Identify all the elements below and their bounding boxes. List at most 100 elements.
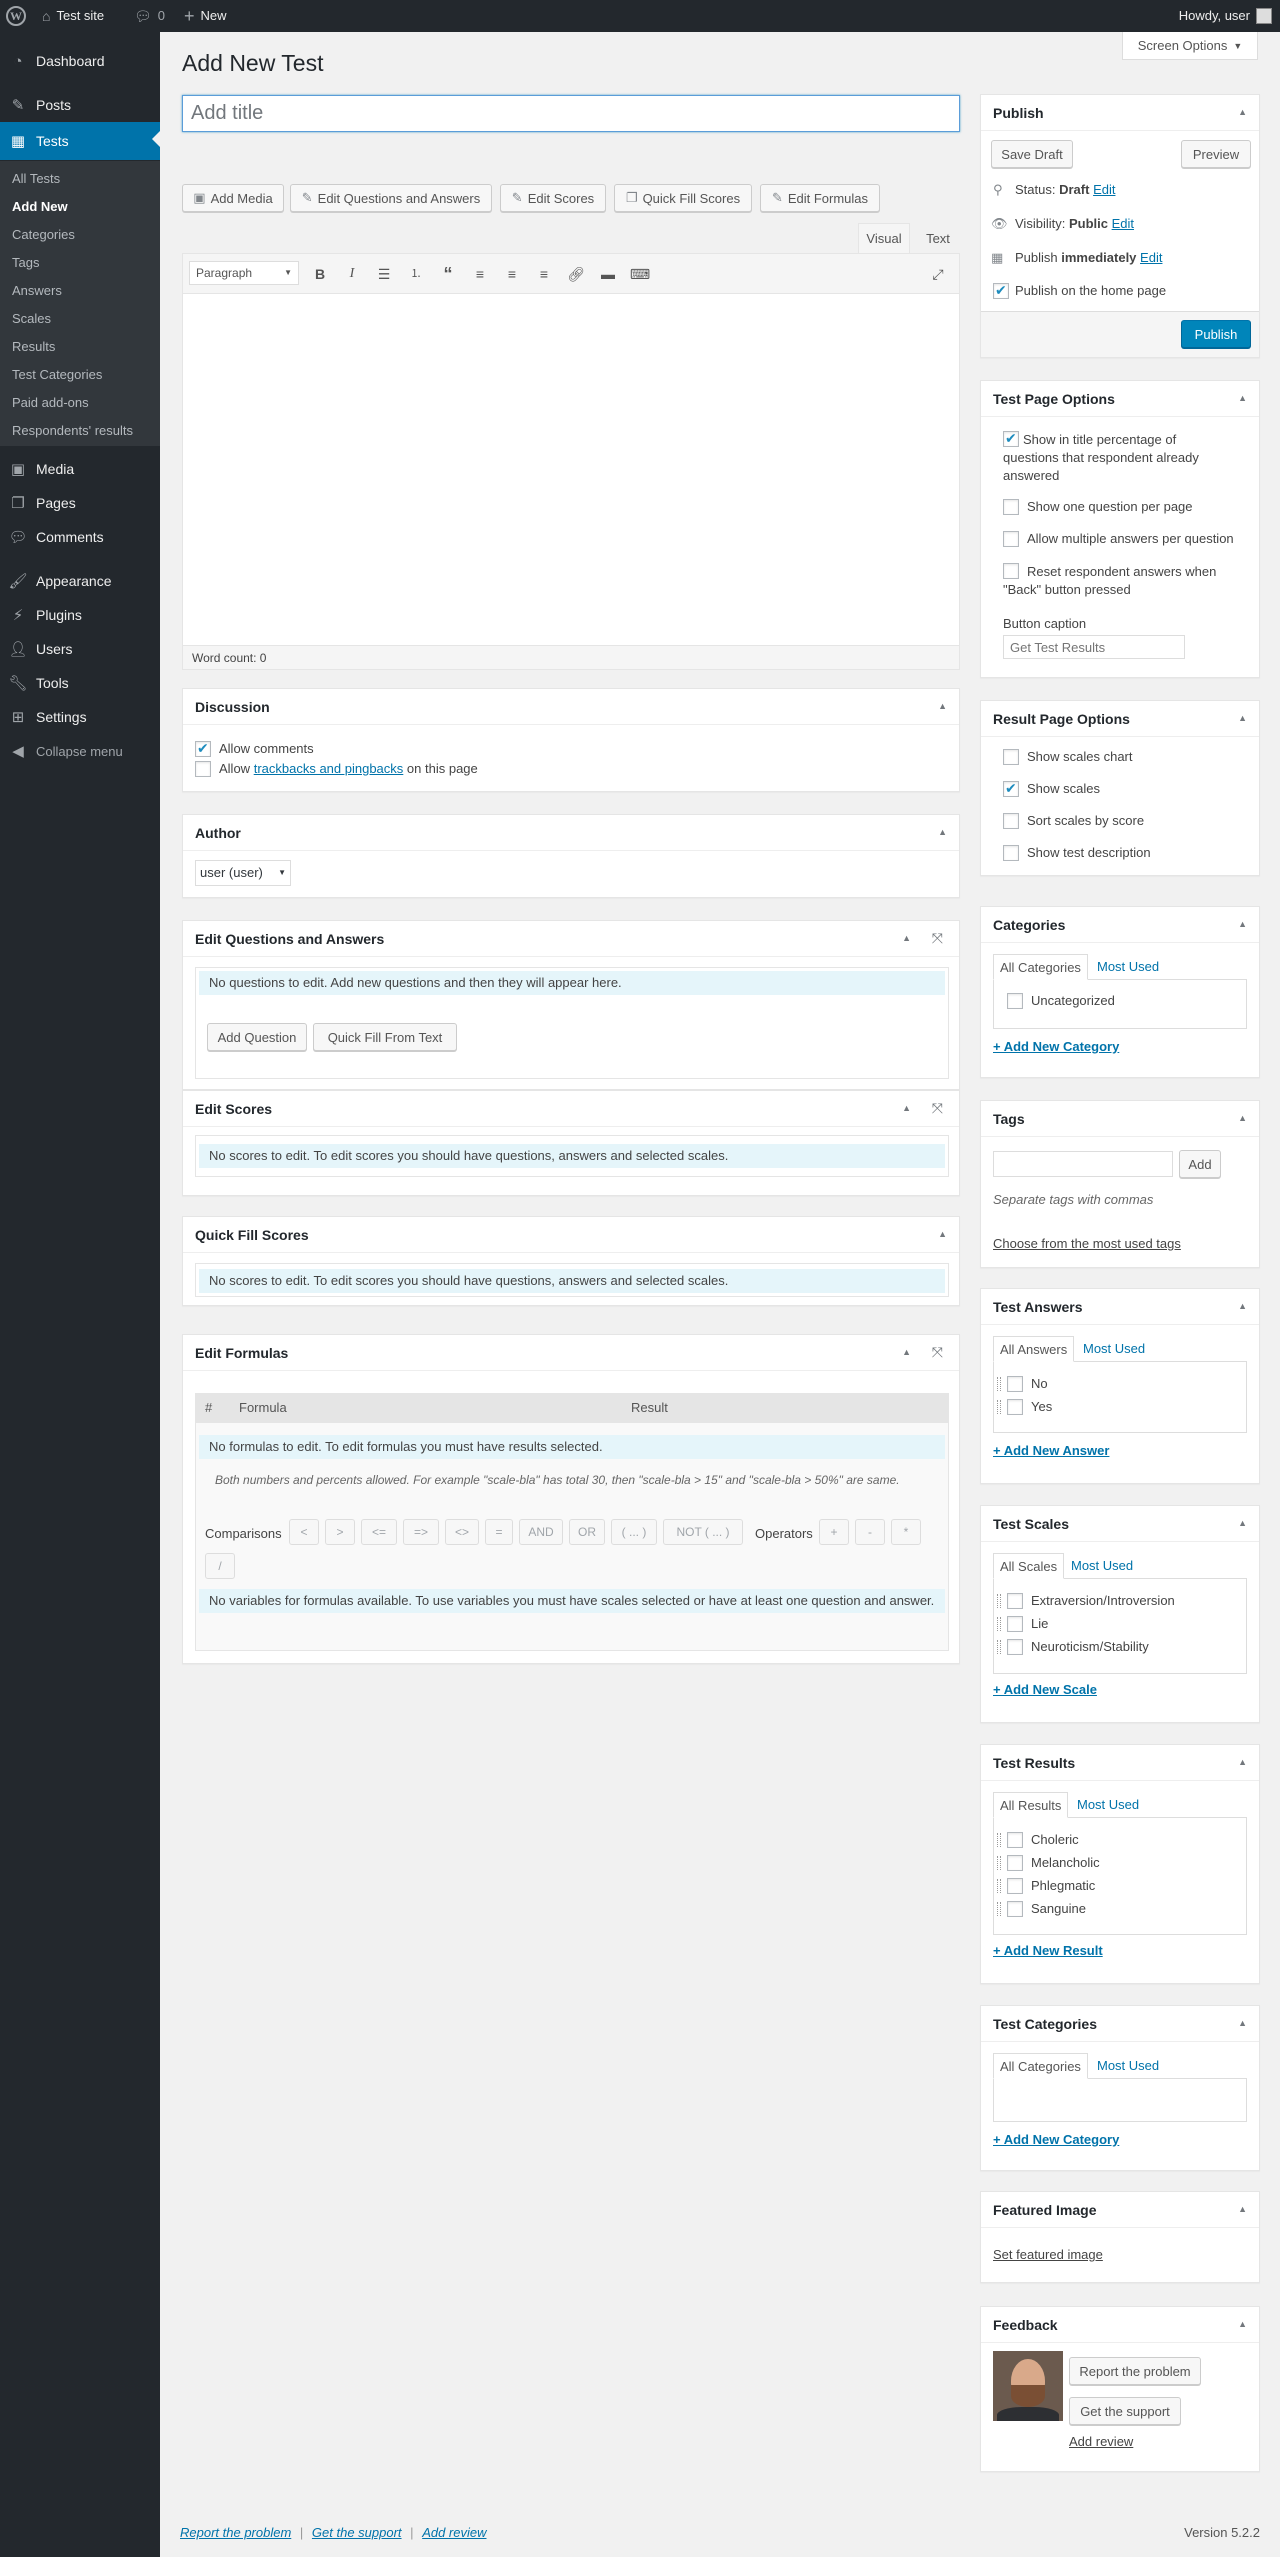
screen-options-button[interactable]: Screen Options ▼	[1122, 32, 1258, 60]
drag-handle-icon[interactable]	[997, 1400, 1001, 1414]
publish-button[interactable]: Publish	[1181, 320, 1251, 348]
wp-logo-menu[interactable]: W	[6, 0, 26, 32]
edit-status-link[interactable]: Edit	[1093, 182, 1115, 197]
operator-multiply-button[interactable]: *	[891, 1519, 921, 1545]
submenu-categories[interactable]: Categories	[12, 227, 75, 242]
comparison-ne-button[interactable]: <>	[445, 1519, 479, 1545]
sidebar-item-dashboard[interactable]: ◔ Dashboard	[0, 44, 160, 78]
submenu-all-tests[interactable]: All Tests	[12, 171, 60, 186]
comparison-and-button[interactable]: AND	[519, 1519, 563, 1545]
sidebar-item-comments[interactable]: 💬︎ Comments	[0, 520, 160, 554]
result-checkbox[interactable]	[1007, 1901, 1023, 1917]
submenu-scales[interactable]: Scales	[12, 311, 51, 326]
comparison-eq-button[interactable]: =	[485, 1519, 513, 1545]
answer-checkbox[interactable]	[1007, 1376, 1023, 1392]
toolbar-toggle-icon[interactable]: ⌨︎	[629, 263, 651, 285]
sort-scales-checkbox[interactable]	[1003, 813, 1019, 829]
toggle-arrow-icon[interactable]: ▲	[1238, 1113, 1247, 1123]
tab-most-used[interactable]: Most Used	[1071, 1792, 1145, 1818]
save-draft-button[interactable]: Save Draft	[991, 140, 1073, 168]
tab-all-scales[interactable]: All Scales	[993, 1553, 1065, 1579]
toggle-arrow-icon[interactable]: ▲	[1238, 2018, 1247, 2028]
preview-button[interactable]: Preview	[1181, 140, 1251, 168]
drag-handle-icon[interactable]	[997, 1617, 1001, 1631]
sidebar-item-posts[interactable]: ✎ Posts	[0, 88, 160, 122]
test-page-options-title[interactable]: Test Page Options	[981, 381, 1259, 417]
add-new-category-link[interactable]: + Add New Category	[993, 1039, 1119, 1054]
expand-icon[interactable]: ⤧	[932, 1344, 943, 1361]
align-right-icon[interactable]: ≡	[533, 263, 555, 285]
tab-visual[interactable]: Visual	[858, 223, 910, 253]
my-account-menu[interactable]: Howdy, user	[1179, 0, 1272, 32]
italic-icon[interactable]: I	[341, 263, 363, 285]
uncategorized-checkbox[interactable]	[1007, 993, 1023, 1009]
add-tag-button[interactable]: Add	[1179, 1150, 1221, 1178]
scale-checkbox[interactable]	[1007, 1616, 1023, 1632]
expand-icon[interactable]: ⤧	[932, 1100, 943, 1117]
drag-handle-icon[interactable]	[997, 1594, 1001, 1608]
drag-handle-icon[interactable]	[997, 1879, 1001, 1893]
add-new-test-category-link[interactable]: + Add New Category	[993, 2132, 1119, 2147]
submenu-respondents-results[interactable]: Respondents' results	[12, 423, 133, 438]
toggle-arrow-icon[interactable]: ▲	[1238, 2319, 1247, 2329]
numbered-list-icon[interactable]: ⒈	[405, 263, 427, 285]
publish-home-checkbox[interactable]	[993, 282, 1009, 299]
author-select[interactable]: user (user) ▼	[195, 860, 291, 886]
trackbacks-link[interactable]: trackbacks and pingbacks	[254, 761, 404, 776]
edit-scores-button[interactable]: ✎ Edit Scores	[500, 184, 606, 212]
edit-visibility-link[interactable]: Edit	[1112, 216, 1134, 231]
get-support-button[interactable]: Get the support	[1069, 2397, 1181, 2425]
result-checkbox[interactable]	[1007, 1832, 1023, 1848]
publish-title[interactable]: Publish	[981, 95, 1259, 131]
show-scales-chart-checkbox[interactable]	[1003, 749, 1019, 765]
tags-input[interactable]	[993, 1151, 1173, 1177]
toggle-arrow-icon[interactable]: ▲	[902, 933, 911, 943]
footer-review-link[interactable]: Add review	[422, 2525, 486, 2540]
new-content-link[interactable]: + New	[184, 0, 227, 32]
test-categories-title[interactable]: Test Categories	[981, 2006, 1259, 2042]
tab-most-used[interactable]: Most Used	[1091, 954, 1165, 980]
submenu-answers[interactable]: Answers	[12, 283, 62, 298]
tab-all-answers[interactable]: All Answers	[993, 1336, 1075, 1362]
sidebar-item-tools[interactable]: 🔧︎ Tools	[0, 666, 160, 700]
choose-tags-link[interactable]: Choose from the most used tags	[993, 1235, 1181, 1253]
editor-body[interactable]	[183, 294, 959, 645]
edit-formulas-title[interactable]: Edit Formulas	[183, 1335, 959, 1371]
tab-all-categories[interactable]: All Categories	[993, 954, 1088, 980]
feedback-title[interactable]: Feedback	[981, 2307, 1259, 2343]
toggle-arrow-icon[interactable]: ▲	[938, 701, 947, 711]
format-select[interactable]: Paragraph ▼	[189, 261, 299, 285]
sidebar-item-appearance[interactable]: 🖌︎ Appearance	[0, 564, 160, 598]
result-page-options-title[interactable]: Result Page Options	[981, 701, 1259, 737]
comments-link[interactable]: 💬︎ 0	[134, 0, 165, 32]
bullet-list-icon[interactable]: ☰	[373, 263, 395, 285]
result-checkbox[interactable]	[1007, 1855, 1023, 1871]
result-checkbox[interactable]	[1007, 1878, 1023, 1894]
footer-support-link[interactable]: Get the support	[312, 2525, 402, 2540]
discussion-title[interactable]: Discussion	[183, 689, 959, 725]
set-featured-image-link[interactable]: Set featured image	[993, 2246, 1103, 2264]
tags-title[interactable]: Tags	[981, 1101, 1259, 1137]
comparison-not-button[interactable]: NOT ( ... )	[663, 1519, 743, 1545]
operator-plus-button[interactable]: +	[819, 1519, 849, 1545]
show-description-checkbox[interactable]	[1003, 845, 1019, 861]
drag-handle-icon[interactable]	[997, 1640, 1001, 1654]
edit-scores-title[interactable]: Edit Scores	[183, 1091, 959, 1127]
button-caption-input[interactable]	[1003, 635, 1185, 659]
author-title[interactable]: Author	[183, 815, 959, 851]
toggle-arrow-icon[interactable]: ▲	[938, 1229, 947, 1239]
test-scales-title[interactable]: Test Scales	[981, 1506, 1259, 1542]
toggle-arrow-icon[interactable]: ▲	[902, 1347, 911, 1357]
comparison-gt-button[interactable]: >	[325, 1519, 355, 1545]
submenu-tags[interactable]: Tags	[12, 255, 39, 270]
comparison-lte-button[interactable]: <=	[361, 1519, 397, 1545]
add-new-result-link[interactable]: + Add New Result	[993, 1943, 1103, 1958]
drag-handle-icon[interactable]	[997, 1856, 1001, 1870]
footer-report-link[interactable]: Report the problem	[180, 2525, 291, 2540]
tab-all-categories[interactable]: All Categories	[993, 2053, 1088, 2079]
scale-checkbox[interactable]	[1007, 1593, 1023, 1609]
align-left-icon[interactable]: ≡	[469, 263, 491, 285]
toggle-arrow-icon[interactable]: ▲	[1238, 393, 1247, 403]
allow-trackbacks-checkbox[interactable]	[195, 761, 211, 777]
blockquote-icon[interactable]: “	[437, 263, 459, 285]
